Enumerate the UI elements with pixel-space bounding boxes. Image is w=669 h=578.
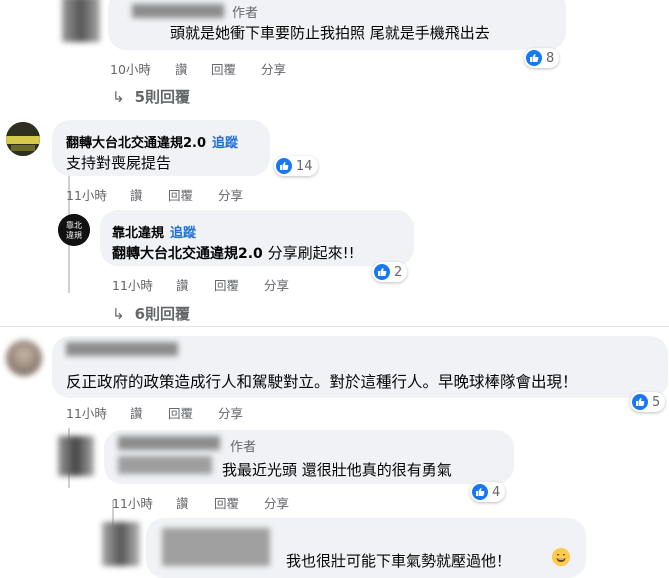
author-name[interactable]: 翻轉大台北交通違規2.0 — [66, 132, 206, 151]
view-replies-link[interactable]: ↳ 5則回覆 — [112, 86, 190, 107]
replies-count-label: 6則回覆 — [134, 305, 191, 323]
avatar-blurred[interactable] — [62, 0, 100, 42]
like-thumb-icon — [276, 158, 292, 174]
comment-actions: 11小時 讚 回覆 分享 — [112, 493, 289, 512]
share-action[interactable]: 分享 — [218, 403, 243, 422]
reaction-count: 4 — [492, 484, 501, 500]
author-name-blurred[interactable] — [162, 528, 270, 566]
avatar[interactable] — [6, 122, 40, 156]
share-action[interactable]: 分享 — [264, 493, 289, 512]
author-tag: 作者 — [230, 440, 257, 455]
author-avatar-blurred — [118, 456, 212, 474]
replies-count-label: 5則回覆 — [134, 88, 191, 106]
reaction-count: 14 — [296, 158, 313, 174]
comment-header: 靠北違規 追蹤 — [112, 222, 196, 241]
comment-text: 支持對喪屍提告 — [66, 154, 172, 172]
share-action[interactable]: 分享 — [261, 59, 286, 78]
timestamp[interactable]: 11小時 — [66, 185, 130, 204]
reaction-count: 8 — [546, 50, 555, 66]
timestamp[interactable]: 11小時 — [112, 275, 176, 294]
timestamp[interactable]: 10小時 — [110, 59, 175, 78]
like-action[interactable]: 讚 — [176, 275, 214, 294]
author-name-blurred[interactable] — [66, 342, 178, 356]
comment-text: 反正政府的政策造成行人和駕駛對立。對於這種行人。早晚球棒隊會出現！ — [66, 373, 578, 391]
author-name[interactable]: 靠北違規 — [112, 222, 164, 241]
author-name-blurred[interactable] — [132, 4, 224, 18]
reply-arrow-icon: ↳ — [112, 304, 125, 323]
reaction-badge[interactable]: 2 — [372, 262, 408, 282]
like-thumb-icon — [632, 394, 648, 410]
comment-actions: 11小時 讚 回覆 分享 — [66, 403, 243, 422]
comment-text: 我最近光頭 還很壯他真的很有勇氣 — [222, 461, 452, 479]
like-action[interactable]: 讚 — [175, 59, 211, 78]
timestamp[interactable]: 11小時 — [112, 493, 176, 512]
svg-text:靠北: 靠北 — [66, 220, 82, 230]
like-thumb-icon — [526, 50, 542, 66]
reaction-count: 2 — [394, 264, 403, 280]
reply-action[interactable]: 回覆 — [168, 403, 218, 422]
share-action[interactable]: 分享 — [218, 185, 243, 204]
like-action[interactable]: 讚 — [130, 403, 168, 422]
grinning-emoji-icon — [552, 548, 570, 566]
reply-action[interactable]: 回覆 — [214, 493, 264, 512]
reply-action[interactable]: 回覆 — [214, 275, 264, 294]
comment-text-body: 分享刷起來!! — [267, 244, 355, 262]
reaction-badge[interactable]: 5 — [630, 392, 666, 412]
avatar-blurred[interactable] — [6, 340, 42, 376]
mention-link[interactable]: 翻轉大台北交通違規2.0 — [112, 246, 263, 262]
reply-arrow-icon: ↳ — [112, 87, 125, 106]
like-action[interactable]: 讚 — [176, 493, 214, 512]
comment-actions: 11小時 讚 回覆 分享 — [112, 275, 289, 294]
reply-action[interactable]: 回覆 — [211, 59, 261, 78]
follow-link[interactable]: 追蹤 — [212, 132, 238, 151]
reply-action[interactable]: 回覆 — [168, 185, 218, 204]
view-replies-link[interactable]: ↳ 6則回覆 — [112, 303, 190, 324]
reaction-badge[interactable]: 14 — [274, 156, 318, 176]
comment-text: 我也很壯可能下車氣勢就壓過他！ — [286, 552, 512, 570]
follow-link[interactable]: 追蹤 — [170, 222, 196, 241]
avatar[interactable]: 靠北 違規 — [58, 214, 90, 246]
comment-text: 頭就是她衝下車要防止我拍照 尾就是手機飛出去 — [170, 24, 490, 42]
comment-actions: 10小時 讚 回覆 分享 — [110, 59, 286, 78]
comment-text: 翻轉大台北交通違規2.0 分享刷起來!! — [112, 242, 355, 263]
comment-actions: 11小時 讚 回覆 分享 — [66, 185, 243, 204]
author-tag: 作者 — [232, 6, 259, 21]
divider — [0, 326, 669, 327]
avatar-blurred[interactable] — [58, 436, 94, 476]
reaction-count: 5 — [652, 394, 661, 410]
svg-text:違規: 違規 — [66, 230, 82, 240]
timestamp[interactable]: 11小時 — [66, 403, 130, 422]
avatar-blurred[interactable] — [102, 522, 140, 566]
like-thumb-icon — [472, 484, 488, 500]
like-thumb-icon — [374, 264, 390, 280]
like-action[interactable]: 讚 — [130, 185, 168, 204]
comment-header: 翻轉大台北交通違規2.0 追蹤 — [66, 132, 238, 151]
reaction-badge[interactable]: 4 — [470, 482, 506, 502]
reaction-badge[interactable]: 8 — [524, 48, 560, 68]
author-name-blurred[interactable] — [118, 436, 220, 450]
share-action[interactable]: 分享 — [264, 275, 289, 294]
